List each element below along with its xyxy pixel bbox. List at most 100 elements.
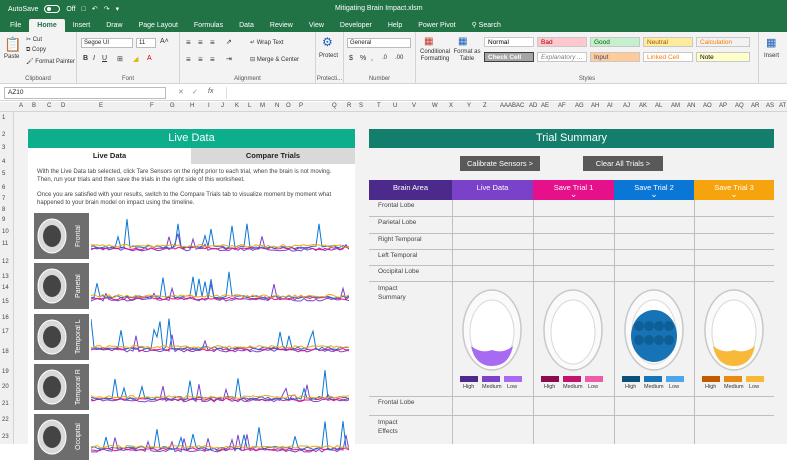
column-header-y[interactable]: Y	[467, 103, 471, 109]
copy-button[interactable]: ⧉ Copy	[26, 47, 46, 54]
column-header-t[interactable]: T	[377, 103, 381, 109]
style-calculation[interactable]: Calculation	[696, 37, 750, 47]
column-header-f[interactable]: F	[150, 103, 154, 109]
paste-button[interactable]: Paste	[4, 54, 19, 60]
calibrate-sensors-button[interactable]: Calibrate Sensors >	[460, 156, 540, 171]
row-header-19[interactable]: 19	[2, 369, 9, 375]
tab-data[interactable]: Data	[231, 19, 262, 32]
row-header-6[interactable]: 6	[2, 185, 5, 191]
column-header-am[interactable]: AM	[671, 103, 680, 109]
row-header-22[interactable]: 22	[2, 417, 9, 423]
column-header-ah[interactable]: AH	[591, 103, 599, 109]
row-header-3[interactable]: 3	[2, 145, 5, 151]
column-header-l[interactable]: L	[248, 103, 251, 109]
column-header-ag[interactable]: AG	[575, 103, 584, 109]
font-size-select[interactable]: 11	[136, 38, 156, 48]
conditional-formatting-button[interactable]: Conditional Formatting	[418, 49, 452, 63]
column-header-z[interactable]: Z	[483, 103, 487, 109]
column-header-j[interactable]: J	[221, 103, 224, 109]
name-box[interactable]: AZ10	[4, 87, 166, 99]
column-header-c[interactable]: C	[47, 103, 51, 109]
italic-button[interactable]: I	[93, 55, 95, 62]
row-header-17[interactable]: 17	[2, 329, 9, 335]
comma-icon[interactable]: ,	[371, 55, 373, 62]
tab-formulas[interactable]: Formulas	[186, 19, 231, 32]
decrease-decimal-icon[interactable]: .00	[395, 55, 403, 61]
column-header-as[interactable]: AS	[766, 103, 774, 109]
font-name-select[interactable]: Segoe UI	[81, 38, 133, 48]
summary-col-save-trial-1[interactable]: Save Trial 1 ⌄	[533, 180, 614, 200]
lock-icon[interactable]: ⚙	[322, 35, 333, 49]
tab-insert[interactable]: Insert	[65, 19, 99, 32]
tab-help[interactable]: Help	[380, 19, 410, 32]
enter-formula-icon[interactable]: ✓	[192, 88, 198, 96]
style-bad[interactable]: Bad	[537, 37, 587, 47]
column-header-s[interactable]: S	[359, 103, 363, 109]
align-right-icon[interactable]: ≡	[210, 55, 215, 64]
align-top-icon[interactable]: ≡	[186, 38, 191, 47]
column-header-o[interactable]: O	[286, 103, 291, 109]
autosave-toggle[interactable]	[44, 5, 61, 13]
column-header-ae[interactable]: AE	[541, 103, 549, 109]
row-header-18[interactable]: 18	[2, 349, 9, 355]
column-header-ab[interactable]: AB	[508, 103, 516, 109]
style-check-cell[interactable]: Check Cell	[484, 52, 534, 62]
column-header-k[interactable]: K	[235, 103, 239, 109]
redo-icon[interactable]: ↷	[104, 5, 110, 13]
column-header-g[interactable]: G	[170, 103, 175, 109]
tab-power-pivot[interactable]: Power Pivot	[410, 19, 463, 32]
protect-button[interactable]: Protect	[319, 53, 338, 59]
orientation-icon[interactable]: ⇗	[226, 38, 232, 46]
underline-button[interactable]: U	[102, 55, 107, 62]
column-header-q[interactable]: Q	[332, 103, 337, 109]
row-header-21[interactable]: 21	[2, 401, 9, 407]
style-good[interactable]: Good	[590, 37, 640, 47]
percent-icon[interactable]: %	[360, 55, 366, 62]
column-header-ap[interactable]: AP	[719, 103, 727, 109]
column-header-aj[interactable]: AJ	[623, 103, 630, 109]
column-header-af[interactable]: AF	[558, 103, 566, 109]
paste-icon[interactable]: 📋	[4, 36, 21, 53]
format-table-icon[interactable]: ▦	[458, 36, 467, 47]
conditional-formatting-icon[interactable]: ▦	[424, 36, 433, 47]
row-header-5[interactable]: 5	[2, 171, 5, 177]
style-note[interactable]: Note	[696, 52, 750, 62]
column-header-ak[interactable]: AK	[639, 103, 647, 109]
row-header-8[interactable]: 8	[2, 207, 5, 213]
cancel-formula-icon[interactable]: ✕	[178, 88, 184, 96]
align-bottom-icon[interactable]: ≡	[210, 38, 215, 47]
column-header-ad[interactable]: AD	[529, 103, 537, 109]
column-header-an[interactable]: AN	[687, 103, 695, 109]
align-middle-icon[interactable]: ≡	[198, 38, 203, 47]
row-header-1[interactable]: 1	[2, 115, 5, 121]
wrap-text-button[interactable]: ↵ Wrap Text	[250, 39, 284, 46]
tab-page-layout[interactable]: Page Layout	[131, 19, 186, 32]
save-icon[interactable]: □	[82, 6, 86, 13]
format-as-table-button[interactable]: Format as Table	[453, 49, 481, 63]
align-center-icon[interactable]: ≡	[198, 55, 203, 64]
tell-me-search[interactable]: ⚲ Search	[464, 19, 509, 32]
grow-font-icon[interactable]: A˄	[160, 38, 169, 45]
row-header-23[interactable]: 23	[2, 434, 9, 440]
column-header-m[interactable]: M	[260, 103, 265, 109]
column-header-u[interactable]: U	[393, 103, 397, 109]
row-header-15[interactable]: 15	[2, 299, 9, 305]
column-header-p[interactable]: P	[299, 103, 303, 109]
fx-button[interactable]: fx	[208, 88, 213, 95]
column-header-i[interactable]: I	[208, 103, 210, 109]
formula-input[interactable]	[226, 87, 784, 99]
undo-icon[interactable]: ↶	[92, 5, 98, 13]
row-header-7[interactable]: 7	[2, 196, 5, 202]
style-neutral[interactable]: Neutral	[643, 37, 693, 47]
column-header-a[interactable]: A	[19, 103, 23, 109]
number-format-select[interactable]: General	[347, 38, 411, 48]
row-header-9[interactable]: 9	[2, 217, 5, 223]
indent-icon[interactable]: ⇥	[226, 55, 232, 63]
row-header-12[interactable]: 12	[2, 259, 9, 265]
column-header-aa[interactable]: AA	[500, 103, 508, 109]
style-explanatory[interactable]: Explanatory ...	[537, 52, 587, 62]
tab-view[interactable]: View	[301, 19, 332, 32]
row-header-14[interactable]: 14	[2, 285, 9, 291]
style-input[interactable]: Input	[590, 52, 640, 62]
tab-review[interactable]: Review	[262, 19, 301, 32]
